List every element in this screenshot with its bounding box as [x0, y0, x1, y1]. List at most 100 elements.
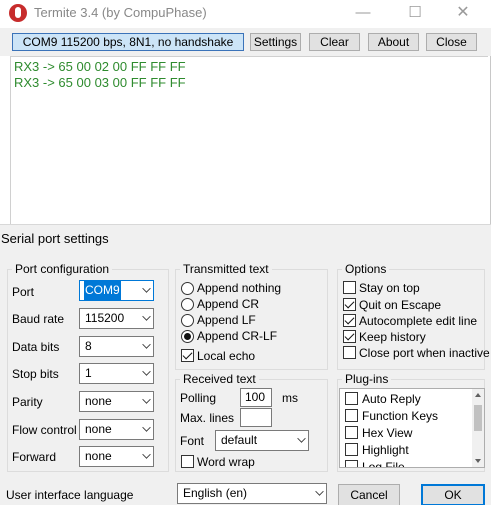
plug-ins-list[interactable]: Auto Reply Function Keys Hex View Highli… [339, 388, 485, 468]
stop-bits-value: 1 [85, 366, 92, 380]
plug-ins-legend: Plug-ins [345, 372, 389, 386]
data-bits-value: 8 [85, 339, 92, 353]
highlight-label: Highlight [362, 443, 409, 457]
chevron-down-icon [315, 487, 324, 496]
baud-rate-label: Baud rate [12, 312, 65, 326]
polling-label: Polling [180, 391, 217, 405]
ui-language-label: User interface language [6, 488, 134, 502]
keep-history-label: Keep history [359, 330, 426, 344]
transmitted-text-legend: Transmitted text [183, 262, 269, 276]
append-lf-radio[interactable] [181, 314, 194, 327]
stay-on-top-label: Stay on top [359, 281, 420, 295]
flow-control-select[interactable]: none [79, 419, 154, 440]
parity-label: Parity [12, 395, 43, 409]
about-button[interactable]: About [368, 33, 419, 51]
baud-rate-value: 115200 [85, 311, 125, 325]
append-cr-radio[interactable] [181, 298, 194, 311]
scroll-up-arrow-icon[interactable] [475, 393, 481, 397]
append-cr-lf-label: Append CR-LF [197, 329, 278, 343]
word-wrap-label: Word wrap [197, 455, 255, 469]
chevron-down-icon [142, 450, 151, 459]
data-bits-label: Data bits [12, 340, 60, 354]
settings-button[interactable]: Settings [250, 33, 301, 51]
chevron-down-icon [297, 434, 306, 443]
auto-reply-label: Auto Reply [362, 392, 421, 406]
highlight-checkbox[interactable] [345, 443, 358, 456]
word-wrap-checkbox[interactable] [181, 455, 194, 468]
chevron-down-icon [142, 395, 151, 404]
font-select[interactable]: default [215, 430, 309, 451]
close-button[interactable]: Close [426, 33, 477, 51]
baud-rate-select[interactable]: 115200 [79, 308, 154, 329]
font-label: Font [180, 434, 205, 448]
maximize-button[interactable]: ☐ [392, 0, 438, 26]
options-legend: Options [345, 262, 387, 276]
termite-window: Termite 3.4 (by CompuPhase) — ☐ ✕ COM9 1… [0, 0, 491, 224]
keep-history-checkbox[interactable] [343, 330, 356, 343]
flow-control-value: none [85, 422, 112, 436]
max-lines-input[interactable] [240, 408, 272, 427]
stop-bits-label: Stop bits [12, 367, 59, 381]
font-value: default [221, 433, 258, 447]
autocomplete-edit-line-label: Autocomplete edit line [359, 314, 478, 328]
data-bits-select[interactable]: 8 [79, 336, 154, 357]
local-echo-checkbox[interactable] [181, 349, 194, 362]
quit-on-escape-label: Quit on Escape [359, 298, 442, 312]
port-select[interactable]: COM9 [79, 280, 154, 301]
ok-button[interactable]: OK [421, 484, 485, 505]
chevron-down-icon [142, 284, 151, 293]
forward-label: Forward [12, 450, 57, 464]
local-echo-label: Local echo [197, 349, 256, 363]
close-port-when-inactive-checkbox[interactable] [343, 346, 356, 359]
parity-select[interactable]: none [79, 391, 154, 412]
terminal-line: RX3 -> 65 00 02 00 FF FF FF [14, 59, 186, 74]
port-configuration-legend: Port configuration [15, 262, 110, 276]
autocomplete-edit-line-checkbox[interactable] [343, 314, 356, 327]
cancel-button[interactable]: Cancel [338, 484, 400, 505]
termite-app-icon [9, 4, 27, 22]
append-cr-label: Append CR [197, 297, 260, 311]
port-label: Port [12, 285, 35, 299]
append-cr-lf-radio[interactable] [181, 330, 194, 343]
ui-language-select[interactable]: English (en) [177, 483, 327, 504]
connection-status[interactable]: COM9 115200 bps, 8N1, no handshake [12, 33, 244, 51]
hex-view-label: Hex View [362, 426, 413, 440]
append-nothing-radio[interactable] [181, 282, 194, 295]
forward-select[interactable]: none [79, 446, 154, 467]
close-port-when-inactive-label: Close port when inactive [359, 346, 490, 360]
chevron-down-icon [142, 367, 151, 376]
flow-control-label: Flow control [12, 423, 77, 437]
chevron-down-icon [142, 423, 151, 432]
minimize-button[interactable]: — [340, 0, 386, 26]
scrollbar-thumb[interactable] [474, 405, 482, 431]
stop-bits-select[interactable]: 1 [79, 363, 154, 384]
parity-value: none [85, 394, 112, 408]
chevron-down-icon [142, 312, 151, 321]
auto-reply-checkbox[interactable] [345, 392, 358, 405]
dialog-title: Serial port settings [1, 231, 109, 246]
quit-on-escape-checkbox[interactable] [343, 298, 356, 311]
received-text-legend: Received text [183, 372, 256, 386]
append-lf-label: Append LF [197, 313, 256, 327]
max-lines-label: Max. lines [180, 411, 235, 425]
clear-button[interactable]: Clear [309, 33, 360, 51]
terminal-line: RX3 -> 65 00 03 00 FF FF FF [14, 75, 186, 90]
hex-view-checkbox[interactable] [345, 426, 358, 439]
plug-ins-scrollbar[interactable] [472, 389, 484, 467]
ui-language-value: English (en) [183, 486, 248, 500]
forward-value: none [85, 449, 112, 463]
close-window-button[interactable]: ✕ [440, 0, 486, 26]
terminal-output[interactable]: RX3 -> 65 00 02 00 FF FF FF RX3 -> 65 00… [10, 56, 488, 224]
chevron-down-icon [142, 340, 151, 349]
polling-input[interactable]: 100 [240, 388, 272, 407]
toolbar: COM9 115200 bps, 8N1, no handshake Setti… [0, 28, 491, 56]
function-keys-checkbox[interactable] [345, 409, 358, 422]
polling-unit-label: ms [282, 391, 298, 405]
stay-on-top-checkbox[interactable] [343, 281, 356, 294]
window-title: Termite 3.4 (by CompuPhase) [34, 5, 207, 20]
port-value: COM9 [84, 281, 121, 300]
log-file-label: Log File [362, 460, 405, 468]
log-file-checkbox[interactable] [345, 460, 358, 467]
function-keys-label: Function Keys [362, 409, 439, 423]
scroll-down-arrow-icon[interactable] [475, 459, 481, 463]
